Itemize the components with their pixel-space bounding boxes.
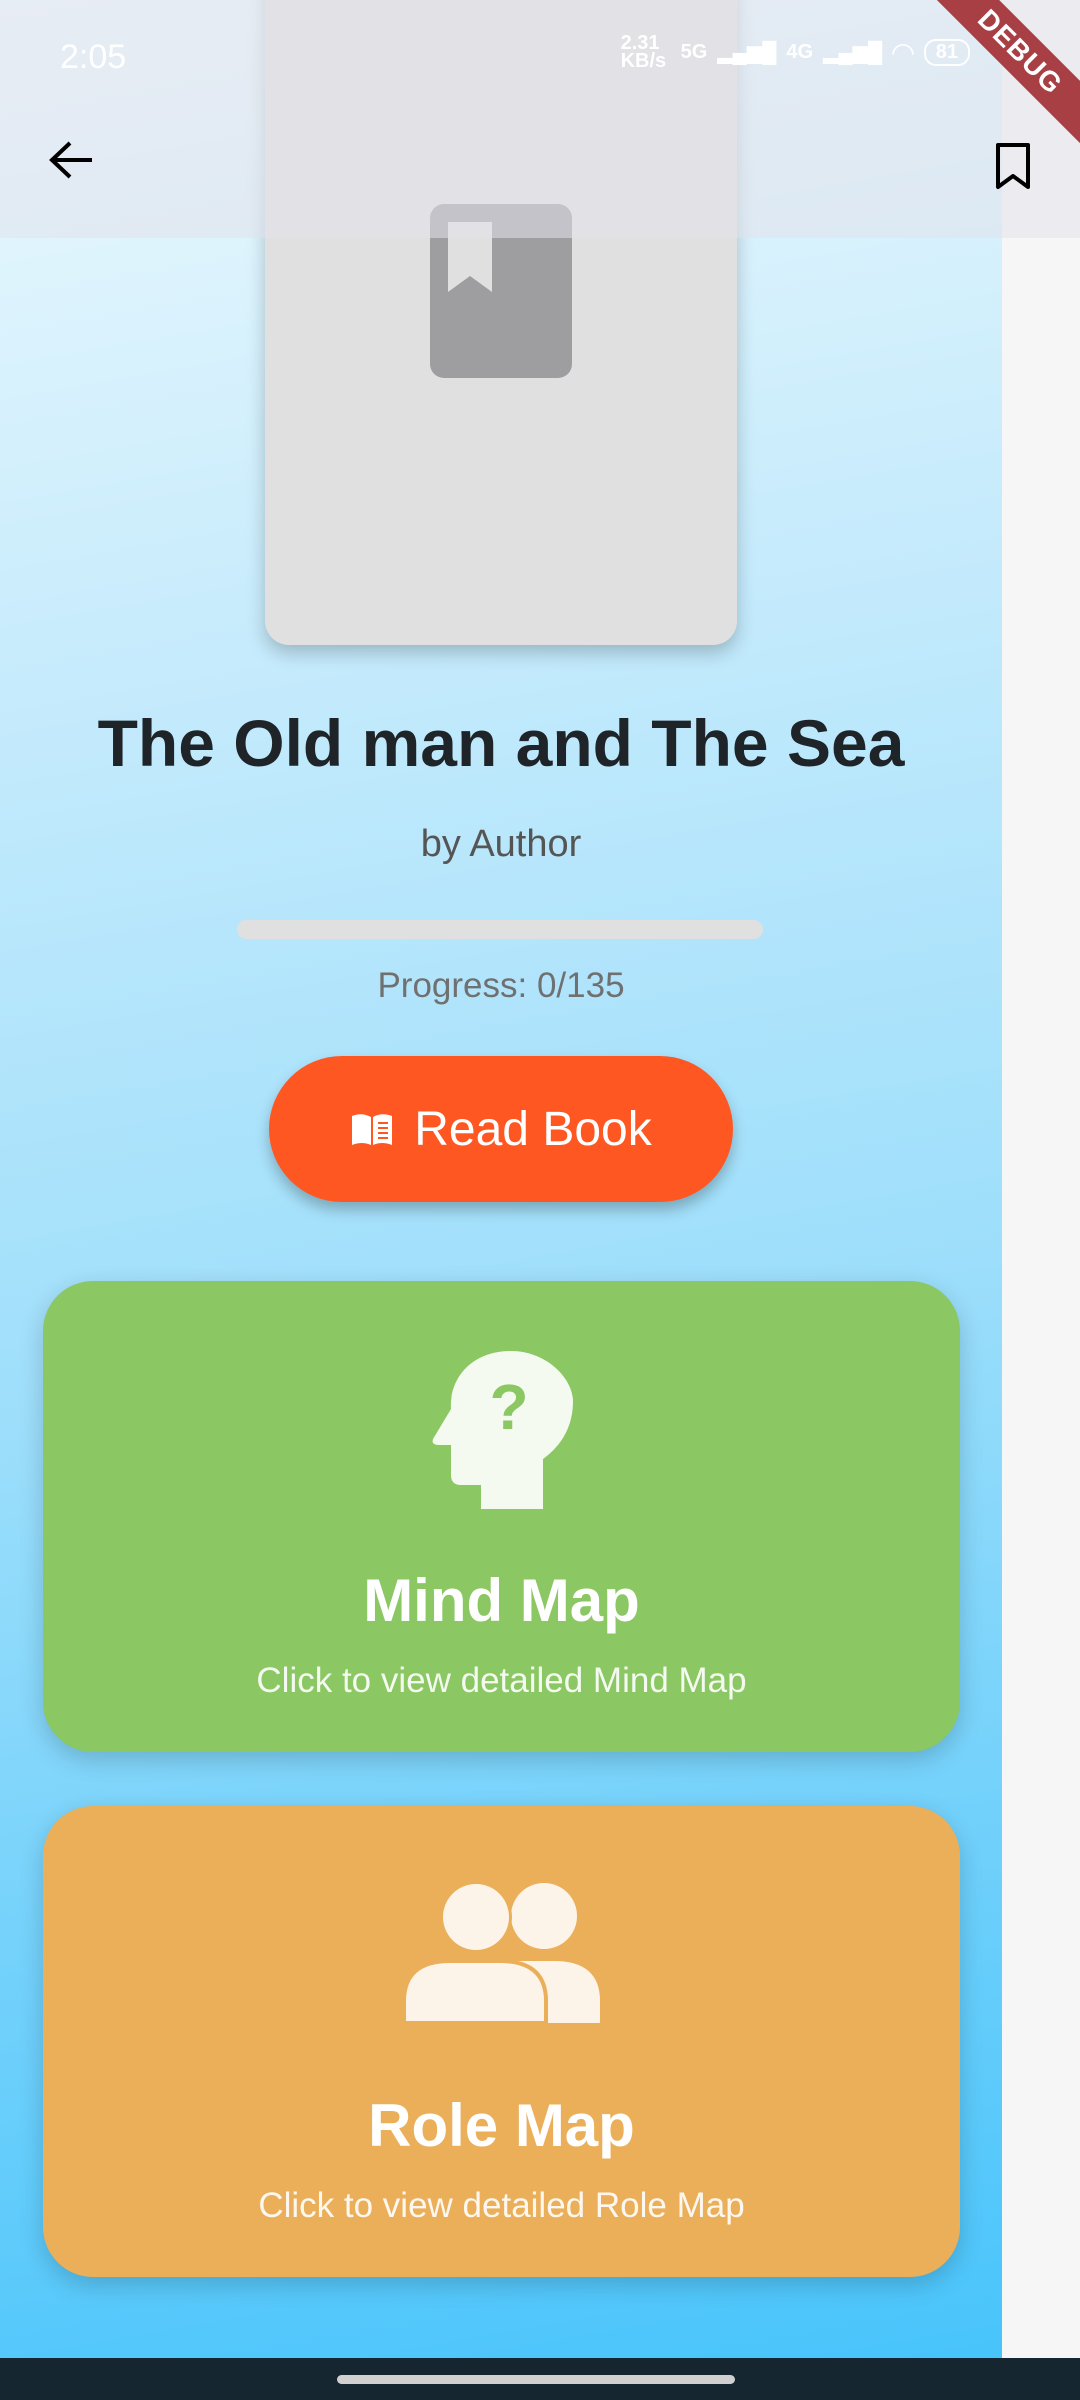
wifi-icon: ◠: [892, 36, 914, 68]
status-icons: 2.31 KB/s 5G ▂▄▆█ 4G ▂▄▆█ ◠ 81: [620, 32, 970, 72]
net-speed: 2.31 KB/s: [620, 32, 667, 72]
net-4g: 4G: [786, 40, 814, 63]
role-map-subtitle: Click to view detailed Role Map: [258, 2186, 745, 2225]
gesture-handle[interactable]: [337, 2375, 735, 2384]
open-book-icon: [352, 1114, 393, 1145]
svg-text:?: ?: [489, 1371, 528, 1443]
mind-map-title: Mind Map: [363, 1567, 640, 1634]
head-question-icon: ?: [432, 1351, 573, 1509]
mind-map-subtitle: Click to view detailed Mind Map: [256, 1661, 747, 1700]
people-icon: [403, 1881, 600, 2023]
role-map-card[interactable]: Role Map Click to view detailed Role Map: [43, 1806, 960, 2277]
bookmark-icon[interactable]: [995, 142, 1031, 190]
right-edge: [1002, 0, 1080, 2358]
role-map-title: Role Map: [368, 2092, 635, 2159]
signal-icon: ▂▄▆█: [717, 41, 777, 64]
signal-icon: ▂▄▆█: [823, 41, 883, 64]
book-title: The Old man and The Sea: [97, 706, 905, 780]
progress-bar: [237, 920, 763, 939]
progress-text: Progress: 0/135: [377, 966, 625, 1005]
back-arrow-icon[interactable]: [48, 140, 94, 180]
net-5g: 5G: [680, 40, 708, 63]
read-book-label: Read Book: [414, 1102, 652, 1156]
battery-icon: 81: [923, 38, 970, 66]
read-book-button[interactable]: Read Book: [269, 1056, 733, 1202]
book-author: by Author: [420, 823, 582, 865]
mind-map-card[interactable]: ? Mind Map Click to view detailed Mind M…: [43, 1281, 960, 1752]
status-time: 2:05: [60, 38, 127, 76]
